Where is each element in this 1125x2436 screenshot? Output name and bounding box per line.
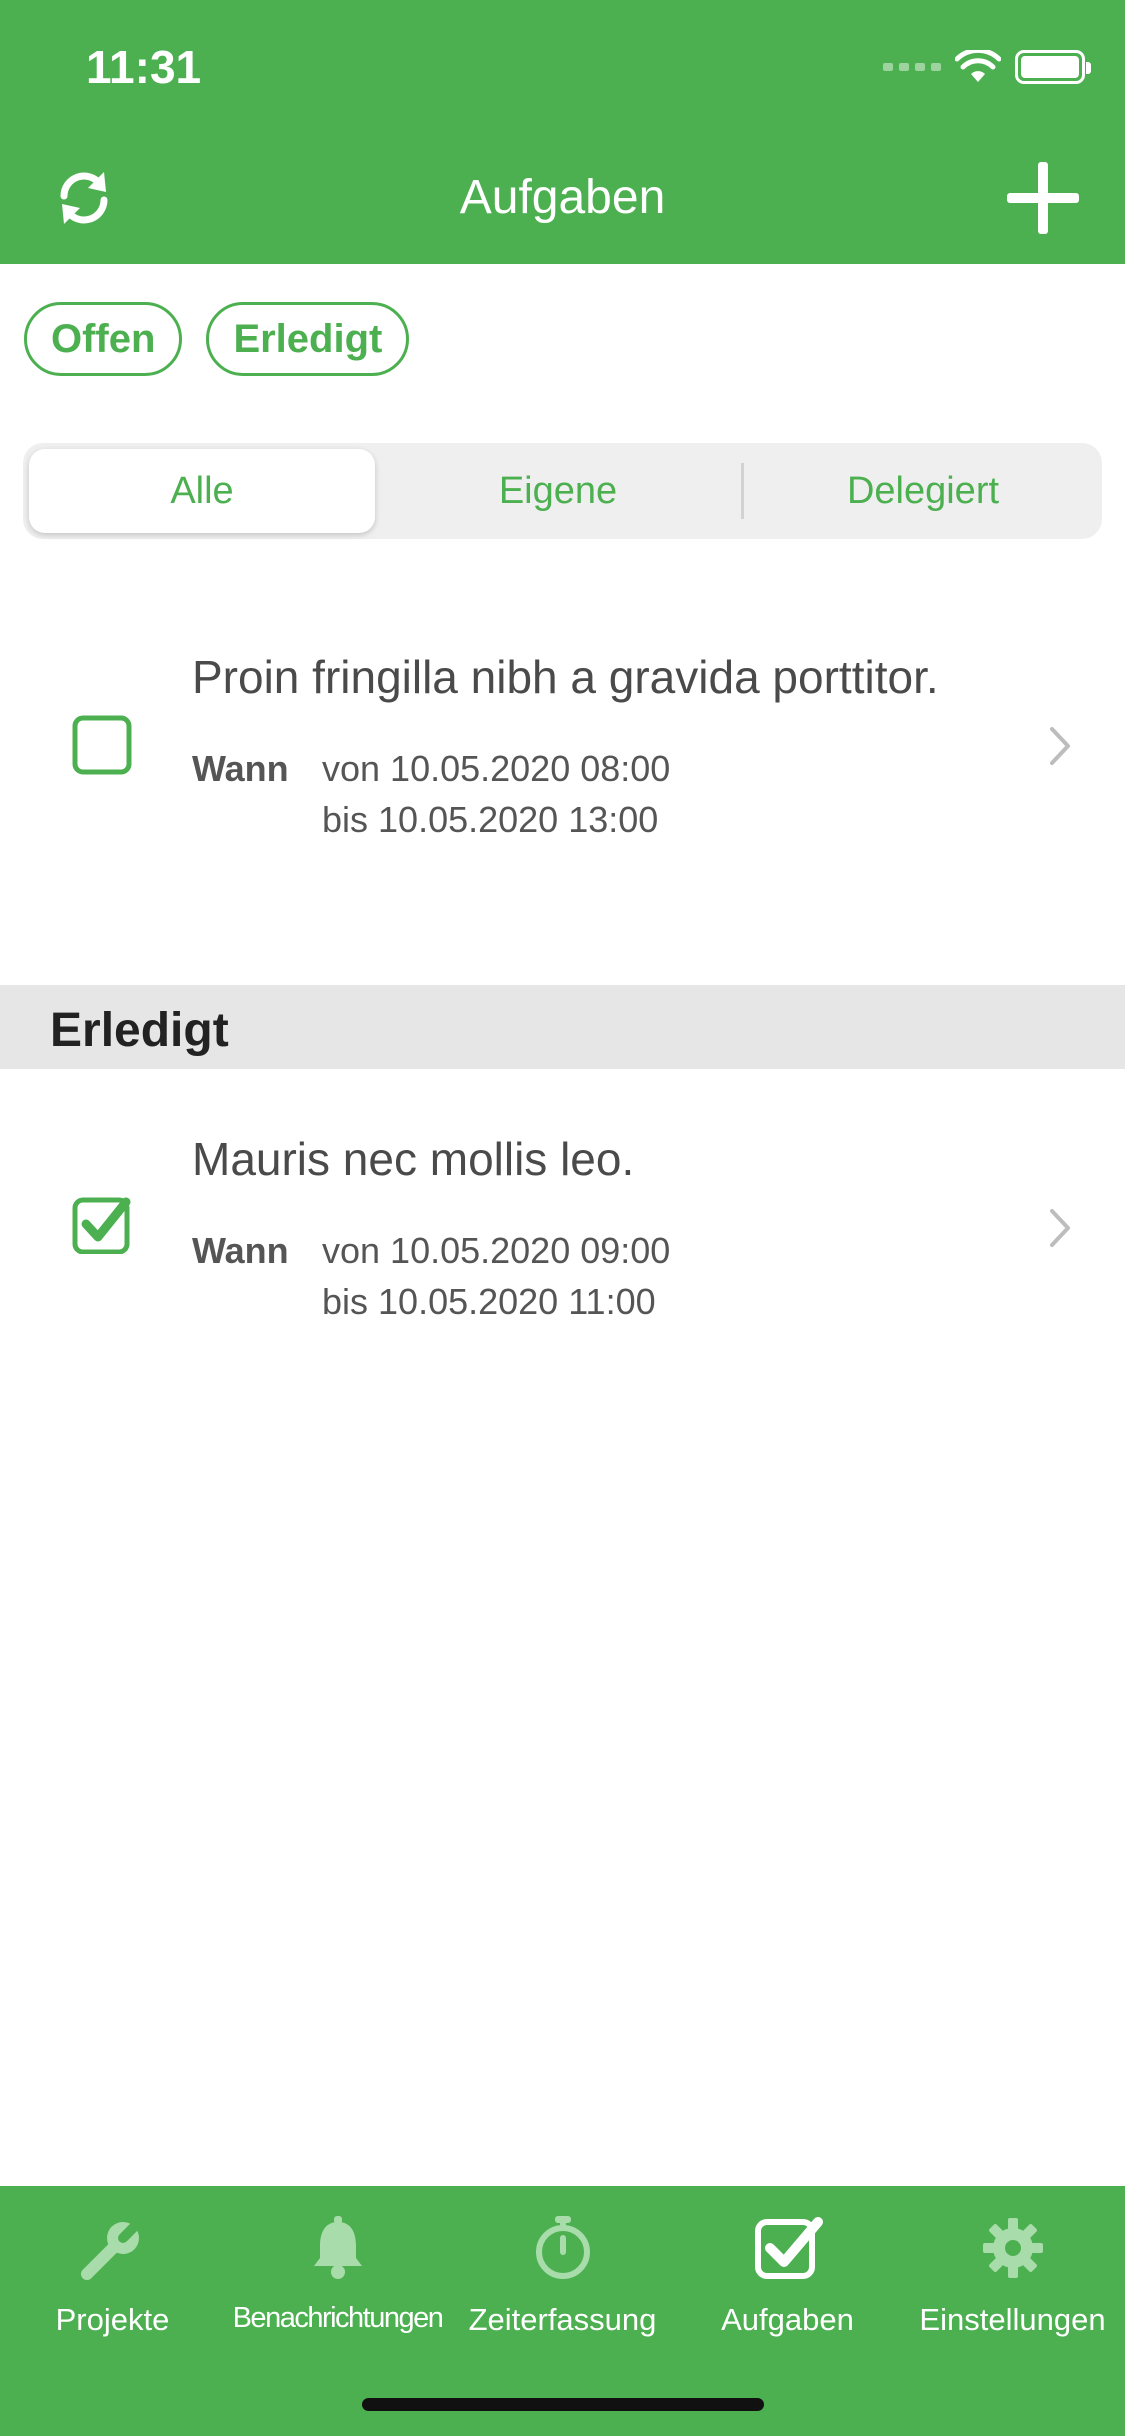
unchecked-checkbox-icon[interactable] bbox=[72, 715, 132, 775]
tab-label: Aufgaben bbox=[721, 2302, 854, 2337]
task-title: Proin fringilla nibh a gravida porttitor… bbox=[192, 651, 939, 703]
segment-delegiert[interactable]: Delegiert bbox=[748, 449, 1098, 533]
section-title: Erledigt bbox=[50, 1004, 229, 1057]
checkbox-icon bbox=[754, 2217, 823, 2279]
section-header-done: Erledigt bbox=[0, 985, 1125, 1069]
task-row[interactable]: Proin fringilla nibh a gravida porttitor… bbox=[0, 600, 1125, 900]
tab-label: Zeiterfassung bbox=[468, 2302, 657, 2337]
tab-label: Projekte bbox=[55, 2302, 170, 2337]
tab-benachrichtungen[interactable]: Benachrichtungen bbox=[225, 2212, 450, 2352]
wifi-icon bbox=[955, 50, 1001, 82]
task-row[interactable]: Mauris nec mollis leo. Wann von 10.05.20… bbox=[0, 1082, 1125, 1382]
task-when-label: Wann bbox=[192, 1230, 289, 1271]
tab-einstellungen[interactable]: Einstellungen bbox=[900, 2212, 1125, 2352]
tab-label: Einstellungen bbox=[919, 2302, 1106, 2337]
segmented-control: Alle Eigene Delegiert bbox=[23, 443, 1102, 539]
home-indicator bbox=[362, 2398, 764, 2411]
add-icon[interactable] bbox=[1003, 158, 1083, 238]
segment-eigene[interactable]: Eigene bbox=[383, 449, 733, 533]
chevron-right-icon bbox=[1050, 727, 1070, 765]
task-from: von 10.05.2020 09:00 bbox=[322, 1230, 671, 1271]
segment-alle[interactable]: Alle bbox=[29, 449, 375, 533]
task-from: von 10.05.2020 08:00 bbox=[322, 748, 671, 789]
checked-checkbox-icon[interactable] bbox=[72, 1194, 132, 1254]
task-title: Mauris nec mollis leo. bbox=[192, 1133, 635, 1185]
battery-icon bbox=[1015, 50, 1091, 84]
status-icons bbox=[883, 50, 1091, 84]
stopwatch-icon bbox=[535, 2216, 590, 2279]
tab-zeiterfassung[interactable]: Zeiterfassung bbox=[450, 2212, 675, 2352]
page-title: Aufgaben bbox=[459, 171, 666, 224]
chip-offen[interactable]: Offen bbox=[24, 302, 183, 376]
signal-icon bbox=[883, 63, 941, 71]
task-when-label: Wann bbox=[192, 748, 289, 789]
chevron-right-icon bbox=[1050, 1209, 1070, 1247]
tab-label: Benachrichtungen bbox=[232, 2302, 444, 2334]
wrench-icon bbox=[80, 2217, 144, 2280]
bell-icon bbox=[313, 2216, 362, 2279]
chip-erledigt[interactable]: Erledigt bbox=[206, 302, 410, 376]
gear-icon bbox=[982, 2218, 1043, 2278]
task-to: bis 10.05.2020 11:00 bbox=[322, 1281, 656, 1322]
tab-aufgaben[interactable]: Aufgaben bbox=[675, 2212, 900, 2352]
tab-projekte[interactable]: Projekte bbox=[0, 2212, 225, 2352]
status-time: 11:31 bbox=[86, 41, 202, 93]
task-to: bis 10.05.2020 13:00 bbox=[322, 799, 659, 840]
filter-chips: Offen Erledigt bbox=[24, 302, 410, 376]
segment-divider bbox=[741, 463, 744, 519]
header: 11:31 Aufgaben bbox=[0, 0, 1125, 264]
